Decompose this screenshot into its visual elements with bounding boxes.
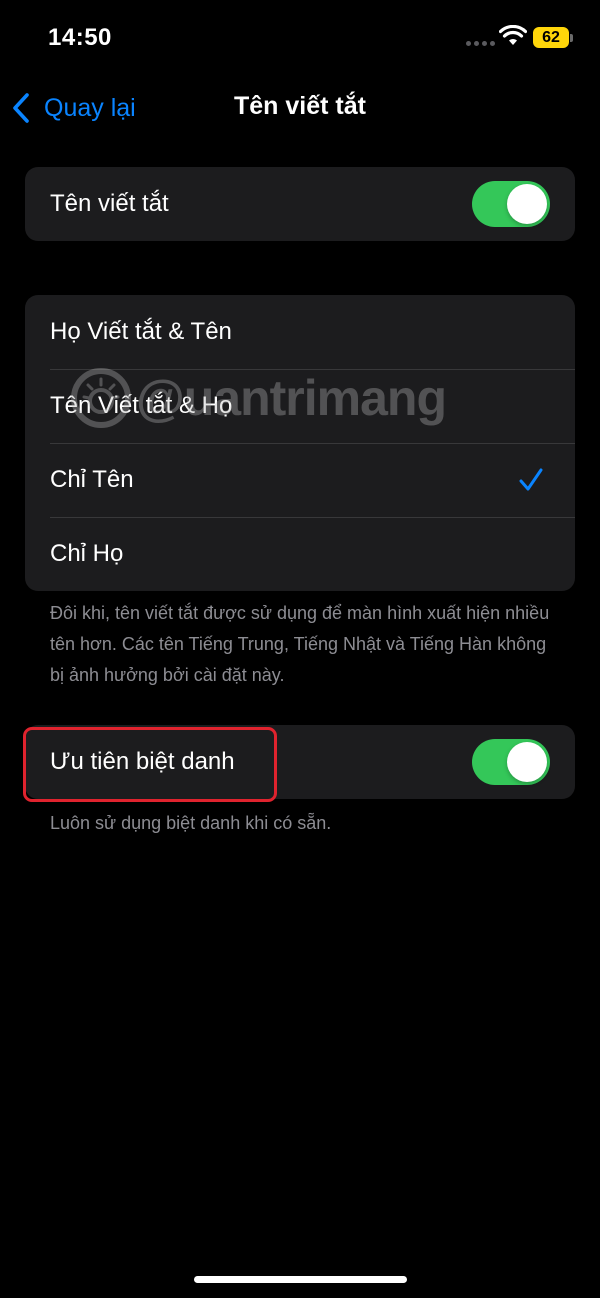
- home-indicator[interactable]: [194, 1276, 407, 1283]
- prefer-nickname-row: Ưu tiên biệt danh: [25, 725, 575, 799]
- format-option-last-only[interactable]: Chỉ Họ: [25, 517, 575, 591]
- page-title: Tên viết tắt: [234, 92, 366, 120]
- format-option-first-initial-last[interactable]: Tên Viết tắt & Họ: [25, 369, 575, 443]
- nickname-group: Ưu tiên biệt danh: [25, 725, 575, 799]
- short-name-group: Tên viết tắt: [25, 167, 575, 241]
- format-option-label: Chỉ Họ: [50, 540, 124, 567]
- battery-icon: 62: [533, 27, 569, 48]
- prefer-nickname-toggle[interactable]: [472, 739, 550, 785]
- navigation-bar: Quay lại Tên viết tắt: [0, 76, 600, 140]
- nickname-footer-note: Luôn sử dụng biệt danh khi có sẵn.: [50, 813, 332, 833]
- signal-dots-icon: [466, 41, 495, 46]
- toggle-knob: [507, 742, 547, 782]
- name-format-group: Họ Viết tắt & Tên Tên Viết tắt & Họ Chỉ …: [25, 295, 575, 591]
- status-bar: 14:50 62: [0, 0, 600, 76]
- format-option-first-only[interactable]: Chỉ Tên: [25, 443, 575, 517]
- checkmark-icon: [519, 468, 543, 491]
- format-option-label: Họ Viết tắt & Tên: [50, 318, 232, 345]
- wifi-icon: [499, 25, 527, 45]
- settings-screen: 14:50 62 Quay lại Tên viết tắt Tên viết …: [0, 0, 600, 1298]
- format-footer-note: Đôi khi, tên viết tắt được sử dụng để mà…: [50, 603, 550, 685]
- short-name-row: Tên viết tắt: [25, 167, 575, 241]
- format-option-label: Tên Viết tắt & Họ: [50, 392, 233, 419]
- status-time: 14:50: [48, 24, 112, 51]
- battery-tip: [570, 34, 573, 42]
- short-name-toggle[interactable]: [472, 181, 550, 227]
- toggle-knob: [507, 184, 547, 224]
- format-option-label: Chỉ Tên: [50, 466, 134, 493]
- format-option-last-initial-first[interactable]: Họ Viết tắt & Tên: [25, 295, 575, 369]
